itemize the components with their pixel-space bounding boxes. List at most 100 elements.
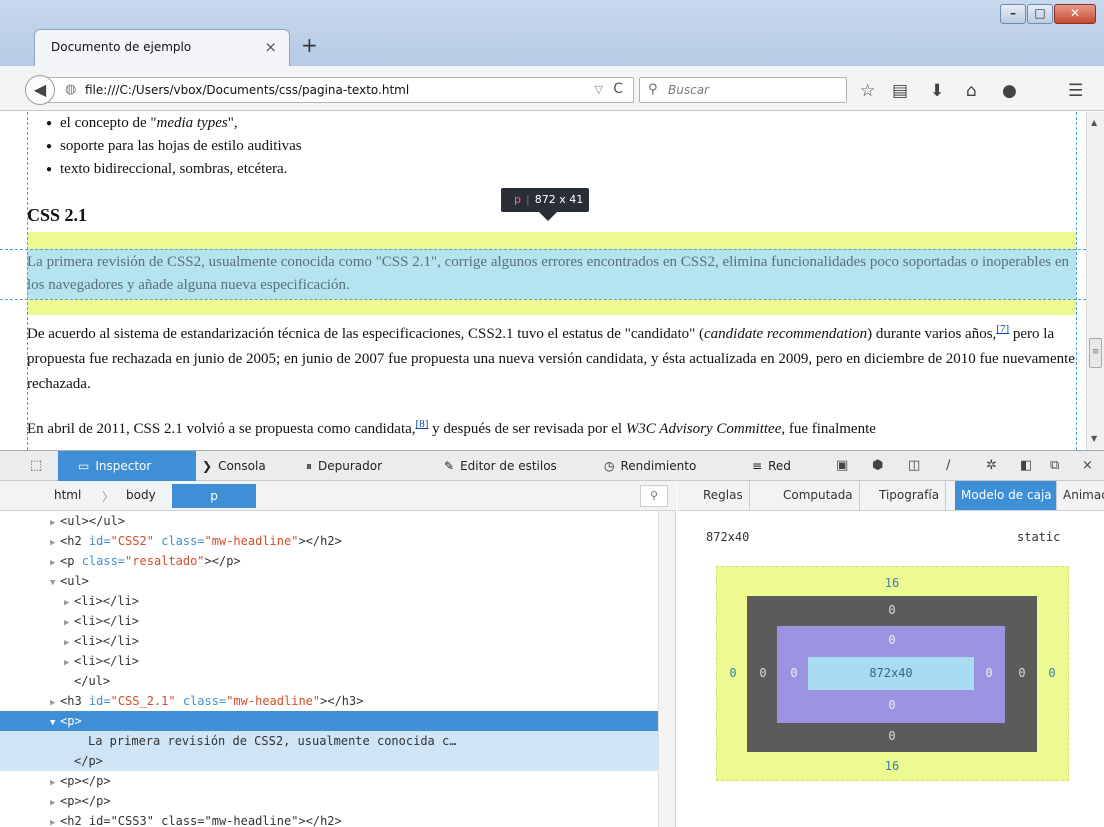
markup-text: <h2 id="CSS3" class="mw-headline"></h2> [60,814,342,827]
expanded-twisty-icon[interactable]: ▼ [50,713,60,733]
dropdown-arrow-icon[interactable]: ▽ [595,83,603,96]
collapsed-twisty-icon[interactable]: ▶ [64,593,74,613]
pick-element-icon[interactable]: ⬚ [30,458,42,473]
close-window-button[interactable]: ✕ [1054,4,1096,24]
markup-node[interactable]: La primera revisión de CSS2, usualmente … [0,731,658,751]
collapsed-twisty-icon[interactable]: ▶ [50,553,60,573]
collapsed-twisty-icon[interactable]: ▶ [50,533,60,553]
padding-bottom-value[interactable]: 0 [877,698,907,712]
breadcrumb-p[interactable]: p [172,484,256,508]
maximize-button[interactable]: □ [1027,4,1053,24]
markup-node[interactable]: </p> [0,751,658,771]
reference-link[interactable]: [7] [996,323,1009,335]
reading-list-icon[interactable]: ▤ [892,81,908,101]
collapsed-twisty-icon[interactable]: ▶ [50,693,60,713]
settings-gear-icon[interactable]: ✲ [986,458,997,473]
padding-right-value[interactable]: 0 [974,666,1004,680]
markup-scrollbar[interactable] [658,511,675,827]
tab-animations[interactable]: Animac [1057,481,1104,510]
reload-icon[interactable]: C [613,81,623,97]
content-box[interactable]: 872x40 [808,657,974,690]
tab-debugger[interactable]: ⏸ Depurador [306,451,382,481]
expanded-twisty-icon[interactable]: ▼ [50,573,60,593]
shader-icon[interactable]: ⬢ [872,458,883,473]
markup-node[interactable]: ▶ <li></li> [0,611,658,631]
markup-node[interactable]: ▶ <h2 id="CSS2" class="mw-headline"></h2> [0,531,658,551]
markup-search-icon[interactable]: ⚲ [640,485,668,507]
markup-node[interactable]: ▶ <ul></ul> [0,511,658,531]
markup-node[interactable]: </ul> [0,671,658,691]
scrollbar-thumb[interactable]: ≡ [1089,338,1102,368]
markup-node-selected[interactable]: ▼ <p> [0,711,658,731]
border-bottom-value[interactable]: 0 [877,729,907,743]
tab-close-icon[interactable]: × [264,38,277,56]
breadcrumb-html[interactable]: html [54,488,81,502]
search-input[interactable]: ⚲ Buscar [639,77,847,103]
border-right-value[interactable]: 0 [1007,666,1037,680]
tab-performance[interactable]: ◷ Rendimiento [604,451,696,481]
new-tab-button[interactable]: + [301,33,318,57]
tab-inspector[interactable]: ▭ Inspector [58,451,196,481]
border-top-value[interactable]: 0 [877,603,907,617]
url-bar[interactable]: ◍ file:///C:/Users/vbox/Documents/css/pa… [42,77,634,103]
collapsed-twisty-icon[interactable]: ▶ [50,793,60,813]
markup-node[interactable]: ▶ <li></li> [0,651,658,671]
scroll-up-icon[interactable]: ▲ [1091,118,1097,127]
markup-node[interactable]: ▼ <ul> [0,571,658,591]
border-left-value[interactable]: 0 [748,666,778,680]
chat-icon[interactable]: ● [1002,81,1017,101]
responsive-icon[interactable]: ◫ [908,458,920,473]
collapsed-twisty-icon[interactable]: ▶ [50,773,60,793]
markup-node[interactable]: ▶ <h2 id="CSS3" class="mw-headline"></h2> [0,811,658,827]
highlighted-paragraph[interactable]: La primera revisión de CSS2, usualmente … [27,249,1076,299]
collapsed-twisty-icon[interactable]: ▶ [64,613,74,633]
eyedropper-icon[interactable]: ∕ [946,458,950,473]
markup-node[interactable]: ▶ <p class="resaltado"></p> [0,551,658,571]
tab-fonts[interactable]: Tipografía [873,481,947,510]
reference-link[interactable]: [8] [416,418,429,430]
tab-box-model[interactable]: Modelo de caja [955,481,1057,510]
markup-node[interactable]: ▶ <p></p> [0,771,658,791]
collapsed-twisty-icon[interactable]: ▶ [50,813,60,827]
collapsed-twisty-icon[interactable]: ▶ [64,633,74,653]
list-item-text: el concepto de " [60,115,157,131]
markup-text: <li></li> [74,614,140,628]
page-scrollbar[interactable]: ▲ ≡ ▼ [1086,112,1104,450]
navigation-bar: ◍ file:///C:/Users/vbox/Documents/css/pa… [0,66,1104,111]
home-icon[interactable]: ⌂ [966,81,977,101]
dock-side-icon[interactable]: ◧ [1020,458,1032,473]
back-button[interactable]: ◀ [25,75,55,105]
guide-line-bottom [0,299,1086,300]
collapsed-twisty-icon[interactable]: ▶ [64,653,74,673]
markup-node[interactable]: ▶ <li></li> [0,631,658,651]
tab-computed[interactable]: Computada [777,481,860,510]
tab-rules[interactable]: Reglas [697,481,750,510]
url-text[interactable]: file:///C:/Users/vbox/Documents/css/pagi… [85,83,409,97]
scroll-down-icon[interactable]: ▼ [1091,434,1097,443]
scratchpad-icon[interactable]: ▣ [836,458,848,473]
bookmark-star-icon[interactable]: ☆ [860,81,875,101]
download-icon[interactable]: ⬇ [930,81,944,101]
markup-node[interactable]: ▶ <li></li> [0,591,658,611]
undock-icon[interactable]: ⧉ [1050,458,1059,473]
markup-text: </ul> [74,674,111,688]
breadcrumb-body[interactable]: body [126,488,156,502]
inspector-icon: ▭ [78,459,90,473]
close-devtools-icon[interactable]: × [1082,458,1093,473]
browser-tab[interactable]: Documento de ejemplo × [34,29,290,66]
margin-bottom-value[interactable]: 16 [877,759,907,773]
margin-right-value[interactable]: 0 [1037,666,1067,680]
collapsed-twisty-icon[interactable]: ▶ [50,513,60,533]
tab-console[interactable]: ❯ Consola [202,451,266,481]
tab-style-editor[interactable]: ✎ Editor de estilos [444,451,557,481]
padding-top-value[interactable]: 0 [877,633,907,647]
tab-network[interactable]: ≡ Red [752,451,791,481]
margin-left-value[interactable]: 0 [718,666,748,680]
markup-node[interactable]: ▶ <p></p> [0,791,658,811]
markup-node[interactable]: ▶ <h3 id="CSS_2.1" class="mw-headline"></… [0,691,658,711]
box-model-panel: 872x40 static 872x40 16 16 0 0 0 0 0 0 0… [677,511,1104,827]
margin-top-value[interactable]: 16 [877,576,907,590]
menu-icon[interactable]: ☰ [1068,81,1083,101]
minimize-button[interactable]: – [1000,4,1026,24]
padding-left-value[interactable]: 0 [779,666,809,680]
